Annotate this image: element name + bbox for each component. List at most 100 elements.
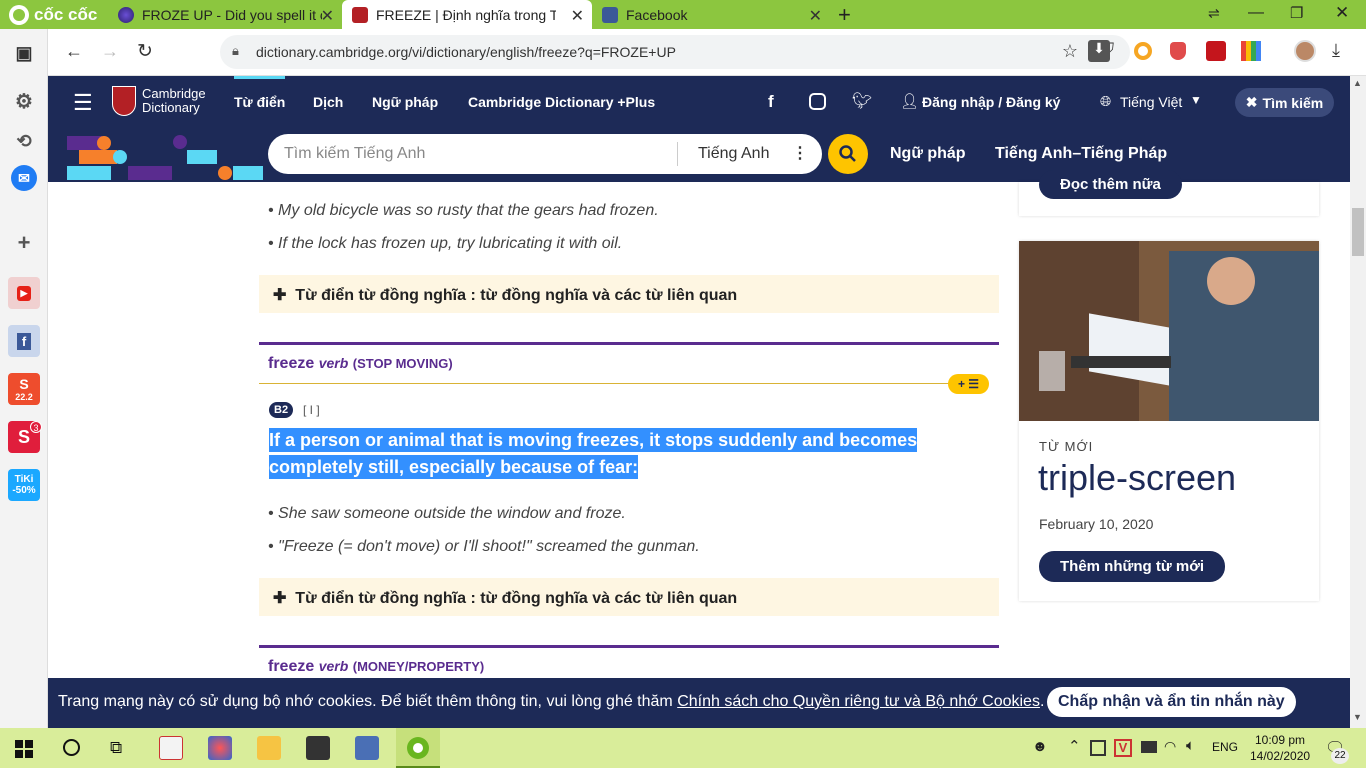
- nav-plus[interactable]: Cambridge Dictionary +Plus: [468, 94, 655, 110]
- guideword: (MONEY/PROPERTY): [352, 659, 485, 674]
- example-sentence: • "Freeze (= don't move) or I'll shoot!"…: [268, 538, 700, 555]
- search-button[interactable]: [828, 134, 868, 174]
- page-scrollbar[interactable]: ▲ ▼: [1350, 76, 1366, 728]
- user-icon[interactable]: 👤︎: [900, 92, 919, 110]
- adblock-icon[interactable]: [1170, 42, 1186, 60]
- tiki-icon[interactable]: TiKi -50%: [8, 469, 40, 501]
- close-window-button[interactable]: ✕: [1335, 3, 1349, 23]
- new-word-headline[interactable]: triple-screen: [1038, 457, 1236, 499]
- example-sentence: • If the lock has frozen up, try lubrica…: [268, 235, 623, 252]
- new-tab-button[interactable]: +: [838, 2, 851, 28]
- chevron-down-icon[interactable]: ▼: [1190, 93, 1202, 107]
- search-toggle-button[interactable]: ✖ Tìm kiếm: [1235, 88, 1334, 117]
- close-tab-icon[interactable]: ✕: [321, 6, 334, 26]
- add-app-icon[interactable]: +: [8, 227, 40, 259]
- scroll-up-arrow[interactable]: ▲: [1353, 78, 1362, 88]
- close-tab-icon[interactable]: ✕: [809, 6, 822, 26]
- tab-menu-icon[interactable]: ⇌: [1208, 5, 1220, 22]
- forward-button[interactable]: →: [101, 41, 119, 62]
- task-view-icon[interactable]: ⧉: [110, 738, 122, 758]
- cambridge-shield-icon: [112, 86, 136, 116]
- extension-colors-icon[interactable]: [1241, 41, 1261, 61]
- close-tab-icon[interactable]: ✕: [571, 6, 584, 26]
- app-notes-icon[interactable]: [306, 736, 330, 760]
- example-sentence: • My old bicycle was so rusty that the g…: [268, 202, 659, 219]
- messenger-icon[interactable]: ✉: [11, 165, 37, 191]
- thesaurus-label: Từ điển từ đồng nghĩa : từ đồng nghĩa và…: [295, 287, 738, 304]
- thesaurus-toggle[interactable]: ✚ Từ điển từ đồng nghĩa : từ đồng nghĩa …: [259, 275, 999, 313]
- read-more-button[interactable]: Đọc thêm nữa: [1039, 170, 1182, 199]
- instagram-icon[interactable]: [809, 93, 826, 110]
- reload-button[interactable]: ↻: [137, 40, 153, 63]
- facebook-app-icon[interactable]: f: [8, 325, 40, 357]
- minimize-button[interactable]: —: [1248, 4, 1264, 22]
- clock[interactable]: 10:09 pm 14/02/2020: [1250, 732, 1310, 764]
- extension-red-icon[interactable]: [1206, 41, 1226, 61]
- tab-froze-up[interactable]: FROZE UP - Did you spell it c ✕: [108, 0, 342, 29]
- volume-icon[interactable]: 🔈︎: [1186, 737, 1195, 754]
- tray-expand-icon[interactable]: ⌃: [1068, 737, 1081, 755]
- sidebar-toggle-icon[interactable]: ▣: [8, 37, 40, 69]
- login-link[interactable]: Đăng nhập / Đăng ký: [922, 94, 1060, 110]
- cookie-message: Trang mạng này có sử dụng bộ nhớ cookies…: [58, 693, 1044, 711]
- maximize-button[interactable]: ❐: [1290, 4, 1303, 22]
- add-to-wordlist-button[interactable]: + ☰: [948, 374, 989, 394]
- windows-start-icon[interactable]: [15, 740, 33, 758]
- profile-avatar[interactable]: [1294, 40, 1316, 62]
- app-paint-icon[interactable]: [208, 736, 232, 760]
- facebook-icon[interactable]: f: [768, 92, 774, 112]
- search-language-select[interactable]: Tiếng Anh: [698, 145, 769, 163]
- nav-grammar[interactable]: Ngữ pháp: [372, 94, 438, 110]
- nav-translate[interactable]: Dịch: [313, 94, 343, 110]
- coccoc-taskbar-icon: [407, 737, 429, 759]
- subnav-english-french[interactable]: Tiếng Anh–Tiếng Pháp: [995, 145, 1167, 163]
- cookie-policy-link[interactable]: Chính sách cho Quyền riêng tư và Bộ nhớ …: [677, 693, 1040, 710]
- divider: [677, 142, 678, 166]
- search-icon: [839, 145, 856, 162]
- clock-date: 14/02/2020: [1250, 749, 1311, 763]
- browser-tab-strip: cốc cốc FROZE UP - Did you spell it c ✕ …: [0, 0, 1366, 29]
- bookmark-star-icon[interactable]: ☆: [1062, 41, 1078, 62]
- back-button[interactable]: ←: [65, 41, 83, 62]
- file-explorer-icon[interactable]: [257, 736, 281, 760]
- settings-icon[interactable]: ⚙: [8, 85, 40, 117]
- coccoc-taskbar-item[interactable]: [396, 728, 440, 768]
- cambridge-logo[interactable]: Cambridge Dictionary: [112, 86, 206, 116]
- download-icon[interactable]: ⬇: [1088, 40, 1110, 62]
- twitter-icon[interactable]: 🐦︎: [852, 91, 872, 111]
- thesaurus-toggle[interactable]: ✚ Từ điển từ đồng nghĩa : từ đồng nghĩa …: [259, 578, 999, 616]
- app-calendar-icon[interactable]: [159, 736, 183, 760]
- youtube-icon[interactable]: ▶: [8, 277, 40, 309]
- globe-icon[interactable]: 🌐︎: [1100, 93, 1111, 110]
- definition-line: If a person or animal that is moving fre…: [269, 428, 918, 452]
- language-selector[interactable]: Tiếng Việt: [1120, 94, 1182, 110]
- input-language[interactable]: ENG: [1212, 740, 1238, 754]
- tray-app-icon[interactable]: [1090, 740, 1106, 756]
- address-bar[interactable]: 🔒︎ dictionary.cambridge.org/vi/dictionar…: [220, 35, 1130, 69]
- unikey-icon[interactable]: V: [1114, 739, 1132, 757]
- search-input[interactable]: Tìm kiếm Tiếng Anh Tiếng Anh ⋮: [268, 134, 822, 174]
- tab-freeze-dictionary[interactable]: FREEZE | Định nghĩa trong Từ ✕: [342, 0, 592, 29]
- accept-cookies-button[interactable]: Chấp nhận và ẩn tin nhắn này: [1047, 687, 1296, 717]
- history-icon[interactable]: ⟲: [8, 125, 40, 157]
- subnav-grammar[interactable]: Ngữ pháp: [890, 145, 966, 163]
- battery-icon[interactable]: [1141, 741, 1157, 753]
- purple-globe-icon: [118, 6, 134, 23]
- scroll-down-arrow[interactable]: ▼: [1353, 712, 1362, 722]
- lock-icon[interactable]: 🔒︎: [232, 43, 239, 59]
- shopee-icon[interactable]: S 22.2: [8, 373, 40, 405]
- search-circle-icon[interactable]: [63, 739, 80, 756]
- more-new-words-button[interactable]: Thêm những từ mới: [1039, 551, 1226, 582]
- scroll-thumb[interactable]: [1352, 208, 1364, 256]
- thesaurus-label: Từ điển từ đồng nghĩa : từ đồng nghĩa và…: [295, 590, 738, 607]
- tab-facebook[interactable]: Facebook ✕: [592, 0, 830, 29]
- hamburger-menu-icon[interactable]: ☰: [73, 90, 93, 116]
- wifi-icon[interactable]: ◠: [1164, 738, 1176, 755]
- nav-dictionary[interactable]: Từ điển: [234, 94, 285, 110]
- coccoc-logo[interactable]: cốc cốc: [8, 4, 97, 26]
- more-options-icon[interactable]: ⋮: [792, 143, 808, 163]
- downloads-icon[interactable]: ⤓: [1332, 40, 1340, 61]
- extension-circle-icon[interactable]: [1134, 42, 1152, 60]
- people-icon[interactable]: ☻: [1032, 738, 1048, 755]
- app-snipping-icon[interactable]: [355, 736, 379, 760]
